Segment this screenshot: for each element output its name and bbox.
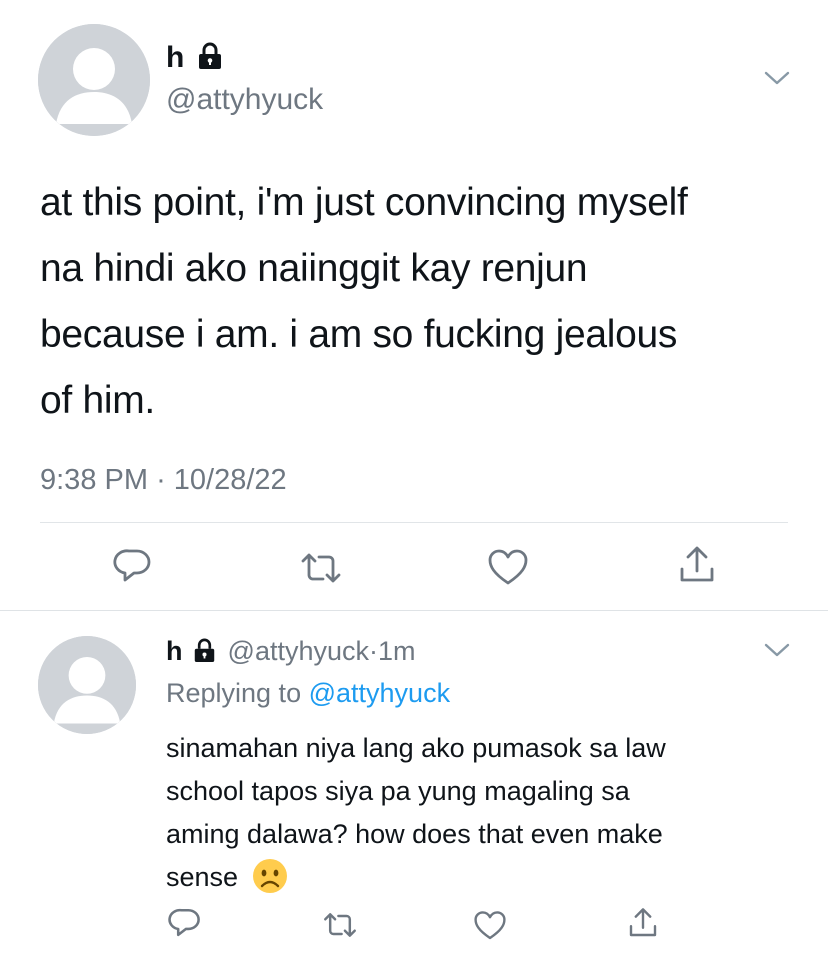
reply-text-line-last: sense	[166, 856, 666, 899]
share-icon[interactable]	[627, 905, 659, 941]
handle[interactable]: @attyhyuck	[228, 636, 369, 666]
reply-icon[interactable]	[168, 906, 202, 940]
avatar[interactable]	[38, 636, 136, 734]
lock-icon	[198, 42, 221, 70]
timestamp[interactable]: 9:38 PM · 10/28/22	[40, 462, 287, 498]
handle[interactable]: @attyhyuck	[166, 82, 323, 118]
default-avatar-icon	[38, 24, 150, 136]
reply-text-line: school tapos siya pa yung magaling sa	[166, 776, 630, 806]
tweet-text: at this point, i'm just convincing mysel…	[40, 170, 688, 434]
default-avatar-icon	[38, 636, 136, 734]
frowning-face-emoji	[252, 858, 288, 894]
tweet-text-line: because i am. i am so fucking jealous	[40, 313, 678, 356]
display-name-text: h	[166, 41, 185, 74]
display-name[interactable]: h	[166, 636, 183, 666]
chevron-down-icon[interactable]	[764, 642, 790, 658]
retweet-icon[interactable]	[322, 908, 358, 942]
display-name[interactable]: h	[166, 40, 223, 76]
avatar[interactable]	[38, 24, 150, 136]
replying-to-label: Replying to	[166, 678, 302, 708]
separator: ·	[369, 636, 378, 666]
share-icon[interactable]	[677, 544, 717, 586]
date: 10/28/22	[173, 464, 287, 496]
reply-text-line: aming dalawa? how does that even make	[166, 819, 663, 849]
chevron-down-icon[interactable]	[764, 70, 790, 86]
tweet-text-line: of him.	[40, 379, 155, 422]
time-ago[interactable]: 1m	[378, 636, 416, 666]
reply-icon[interactable]	[113, 546, 153, 586]
time: 9:38 PM	[40, 464, 148, 496]
tweet-text-line: na hindi ako naiinggit kay renjun	[40, 247, 588, 290]
divider	[40, 522, 788, 523]
separator: ·	[156, 464, 166, 496]
reply-header: h @attyhyuck·1m	[166, 634, 416, 668]
like-icon[interactable]	[473, 910, 507, 942]
lock-icon	[194, 638, 215, 662]
reply-text-line: sinamahan niya lang ako pumasok sa law	[166, 733, 666, 763]
retweet-icon[interactable]	[299, 548, 343, 588]
like-icon[interactable]	[487, 548, 529, 588]
frowning-face-icon	[252, 858, 287, 893]
divider	[0, 610, 828, 611]
replying-to: Replying to @attyhyuck	[166, 676, 450, 710]
reply-text-line: sense	[166, 862, 239, 892]
replying-to-handle[interactable]: @attyhyuck	[309, 678, 450, 708]
reply-text: sinamahan niya lang ako pumasok sa law s…	[166, 727, 666, 899]
tweet-text-line: at this point, i'm just convincing mysel…	[40, 181, 688, 224]
